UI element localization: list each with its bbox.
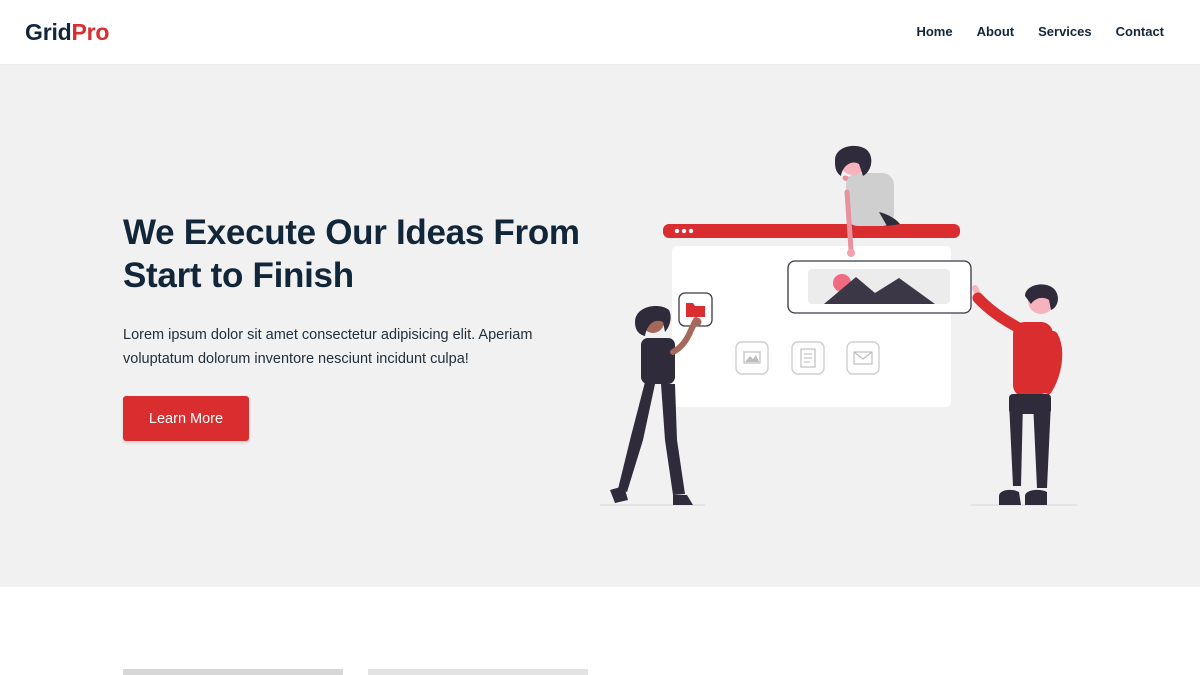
- logo[interactable]: GridPro: [25, 18, 109, 46]
- mail-icon: [846, 341, 880, 375]
- nav-about[interactable]: About: [977, 23, 1015, 41]
- image-card: [787, 260, 972, 314]
- cards-section: [0, 587, 1200, 675]
- logo-part-grid: Grid: [25, 19, 72, 45]
- window-dot: [688, 228, 694, 234]
- hero-title-line-1: We Execute Our Ideas From: [123, 213, 580, 252]
- main-nav: Home About Services Contact: [916, 23, 1164, 41]
- site-header: GridPro Home About Services Contact: [0, 0, 1200, 65]
- hero-title-line-2: Start to Finish: [123, 256, 354, 295]
- hero-description: Lorem ipsum dolor sit amet consectetur a…: [123, 327, 533, 367]
- card-image: [368, 669, 588, 675]
- image-icon: [735, 341, 769, 375]
- nav-home[interactable]: Home: [916, 23, 952, 41]
- logo-part-pro: Pro: [71, 19, 110, 45]
- hero-title: We Execute Our Ideas From Start to Finis…: [123, 211, 603, 297]
- window-dot: [674, 228, 680, 234]
- person-top: [835, 145, 900, 257]
- learn-more-button[interactable]: Learn More: [123, 396, 249, 441]
- hero-illustration: [600, 145, 1077, 506]
- person-right: [972, 284, 1063, 505]
- nav-contact[interactable]: Contact: [1116, 23, 1164, 41]
- document-icon: [791, 341, 825, 375]
- card-image: [123, 669, 343, 675]
- window-dot: [681, 228, 687, 234]
- nav-services[interactable]: Services: [1038, 23, 1092, 41]
